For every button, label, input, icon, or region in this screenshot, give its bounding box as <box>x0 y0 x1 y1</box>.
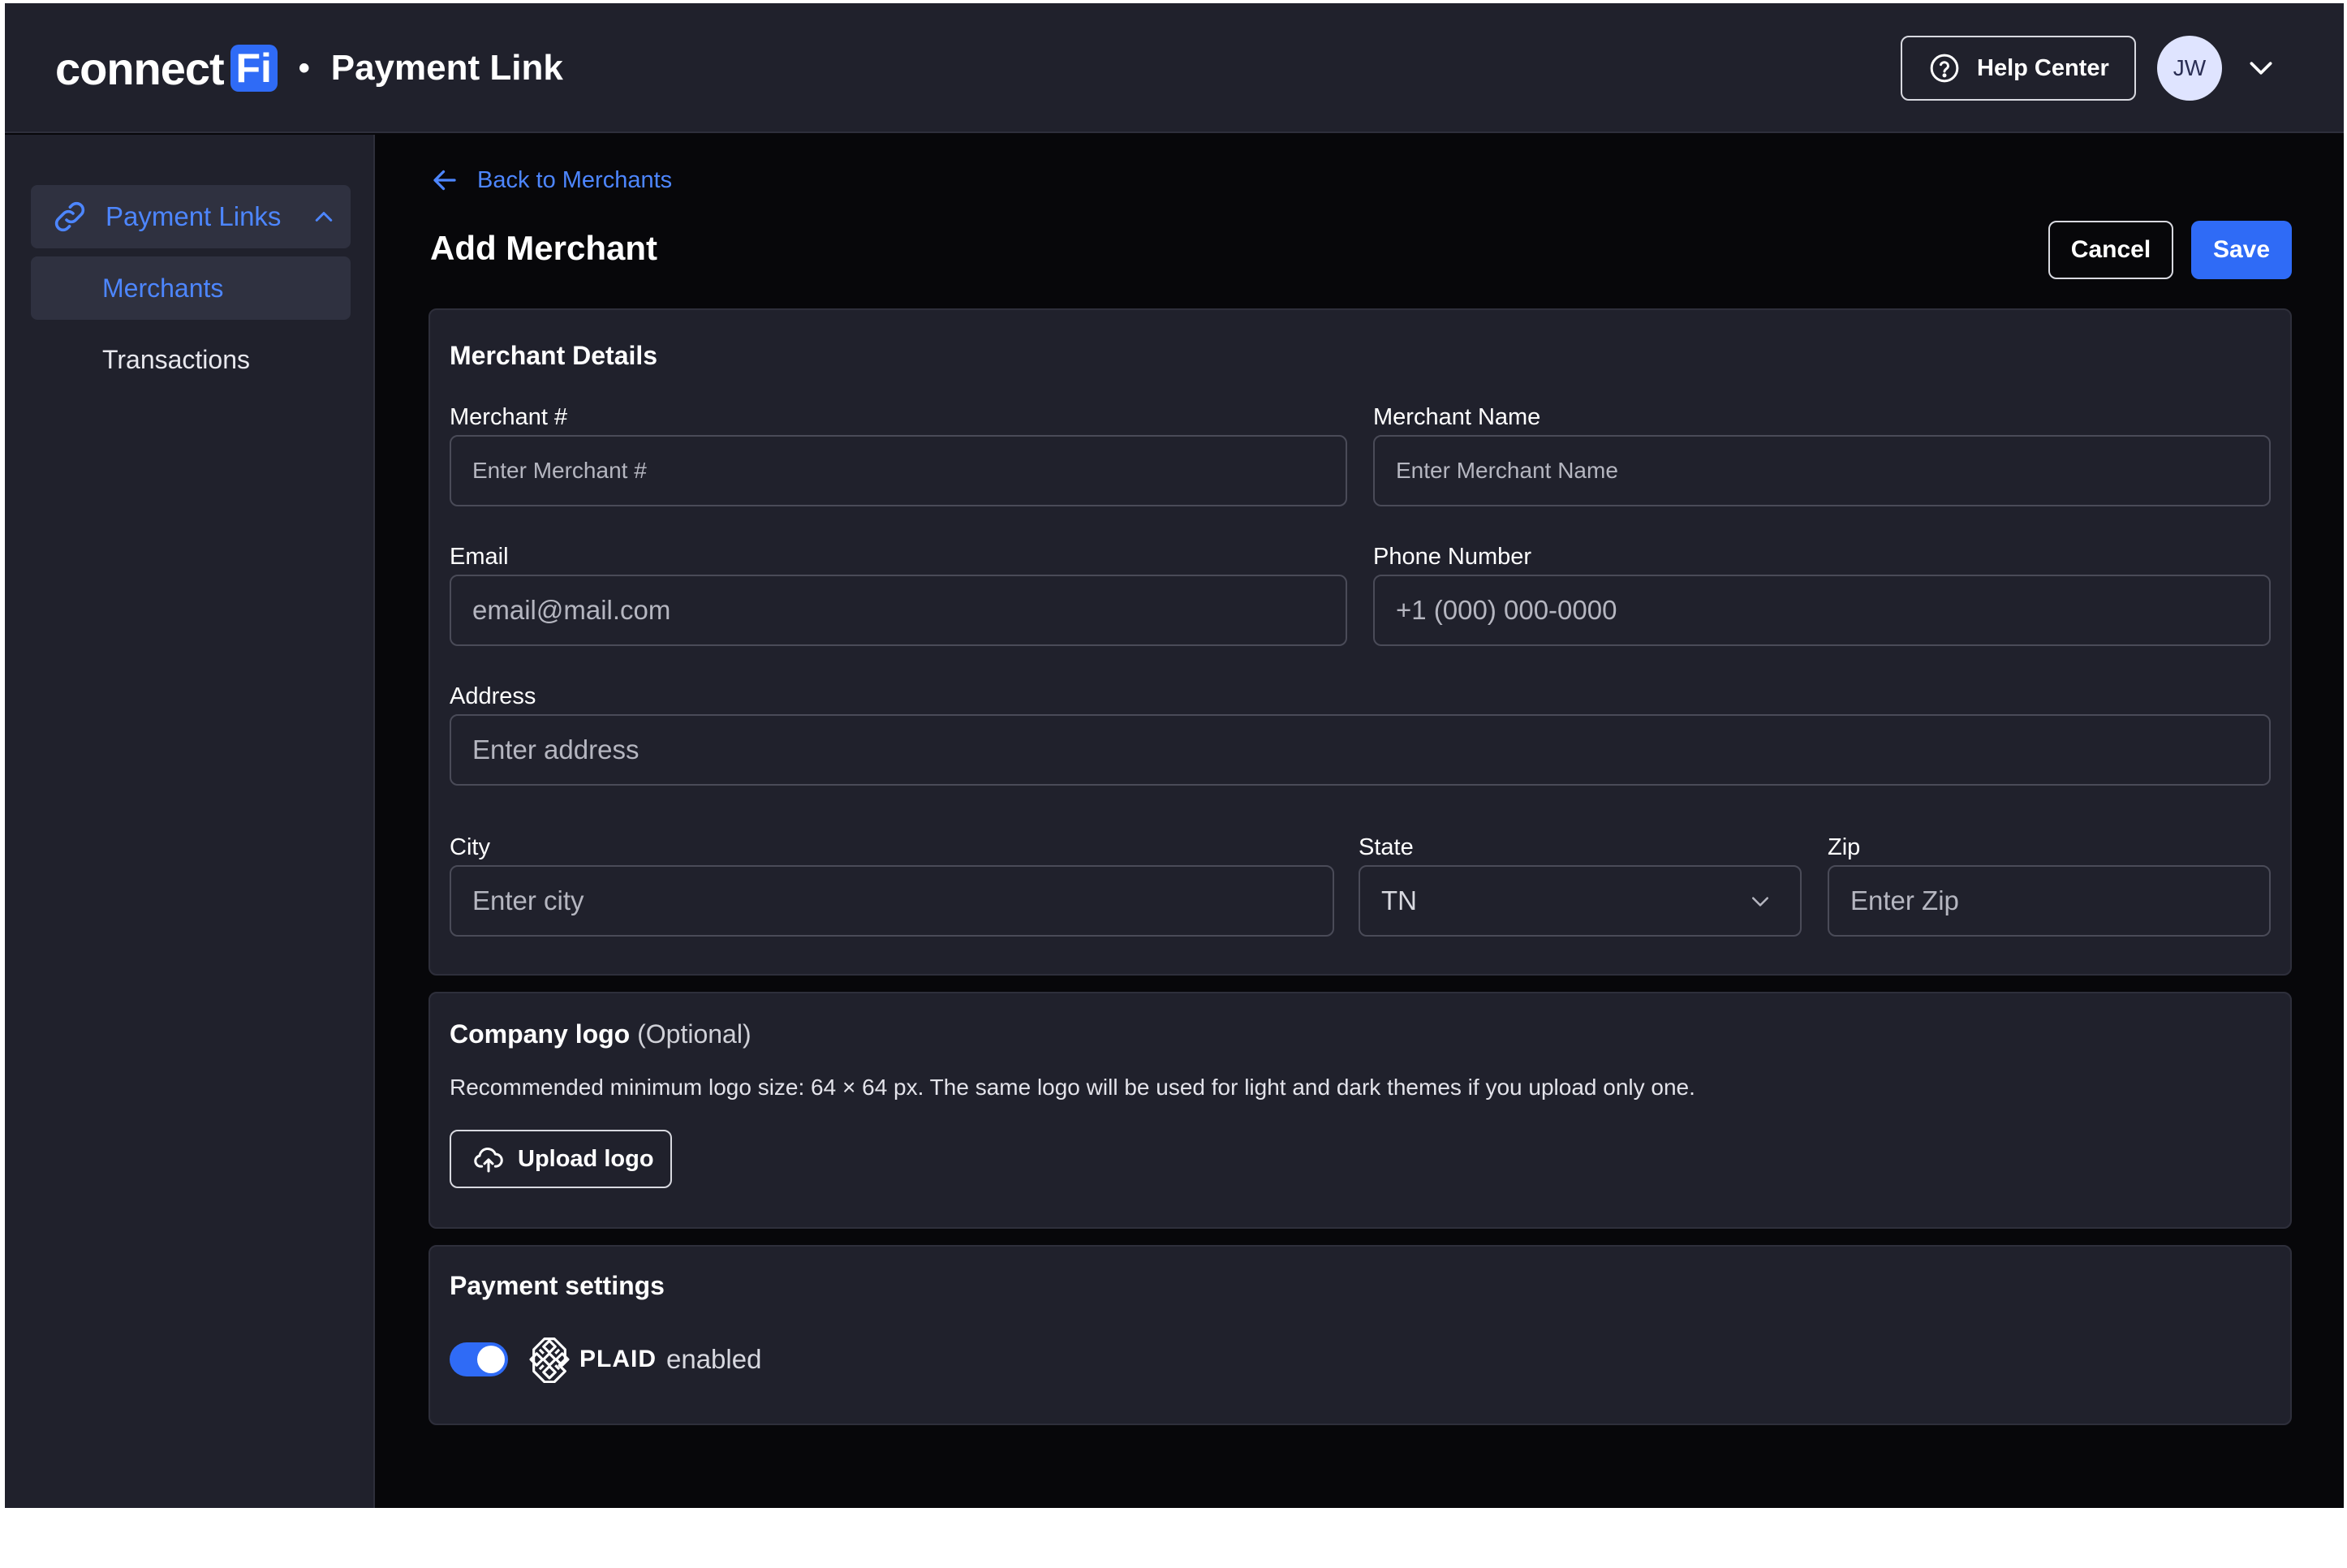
brand: connect Fi • Payment Link <box>55 3 563 133</box>
arrow-left-icon <box>433 170 456 191</box>
plaid-toggle[interactable] <box>450 1342 508 1376</box>
page-title: Add Merchant <box>430 229 658 267</box>
back-link-label: Back to Merchants <box>477 166 673 193</box>
state-select[interactable]: TN <box>1359 865 1802 937</box>
top-bar: connect Fi • Payment Link Help Center JW <box>5 3 2344 133</box>
save-button[interactable]: Save <box>2191 221 2292 279</box>
brand-logo-fi: Fi <box>230 45 278 92</box>
back-to-merchants-link[interactable]: Back to Merchants <box>430 166 672 195</box>
sidebar-item-transactions[interactable]: Transactions <box>31 328 351 391</box>
app-window: connect Fi • Payment Link Help Center JW… <box>5 3 2344 1508</box>
merchant-number-label: Merchant # <box>450 404 568 430</box>
address-label: Address <box>450 683 536 709</box>
zip-field[interactable] <box>1828 865 2271 937</box>
phone-number-label: Phone Number <box>1373 544 1532 570</box>
sidebar-item-merchants[interactable]: Merchants <box>31 256 351 320</box>
cloud-upload-icon <box>474 1147 503 1173</box>
payment-settings-title: Payment settings <box>450 1271 665 1300</box>
toggle-knob <box>477 1346 505 1373</box>
chevron-down-icon <box>1752 897 1768 907</box>
merchant-name-label: Merchant Name <box>1373 404 1541 430</box>
company-logo-card: Company logo (Optional) Recommended mini… <box>428 992 2292 1229</box>
question-circle-icon <box>1930 54 1959 83</box>
plaid-logo-icon <box>529 1338 570 1383</box>
help-center-button[interactable]: Help Center <box>1901 36 2136 101</box>
link-icon <box>54 201 85 232</box>
email-label: Email <box>450 544 509 570</box>
plaid-wordmark: PLAID <box>579 1346 657 1372</box>
plaid-status-text: enabled <box>666 1344 762 1374</box>
zip-label: Zip <box>1828 834 1861 860</box>
avatar[interactable]: JW <box>2157 36 2222 101</box>
chevron-down-icon[interactable] <box>2245 52 2277 84</box>
brand-logo-connect: connect <box>55 42 225 94</box>
chevron-up-icon[interactable] <box>312 205 336 229</box>
merchant-details-card: Merchant Details Merchant # Merchant Nam… <box>428 308 2292 976</box>
sidebar-item-label: Payment Links <box>106 201 282 231</box>
email-field[interactable] <box>450 575 1347 646</box>
merchant-name-input[interactable] <box>1373 435 2271 506</box>
payment-settings-card: Payment settings PLAID enabled <box>428 1245 2292 1425</box>
company-logo-title: Company logo (Optional) <box>450 1019 751 1049</box>
sidebar: Payment Links Merchants Transactions <box>5 135 375 1508</box>
address-field[interactable] <box>450 714 2271 786</box>
upload-logo-label: Upload logo <box>518 1145 654 1172</box>
sidebar-item-payment-links[interactable]: Payment Links <box>31 185 351 248</box>
phone-number-field[interactable] <box>1373 575 2271 646</box>
help-center-label: Help Center <box>1977 54 2109 81</box>
merchant-number-input[interactable] <box>450 435 1347 506</box>
state-label: State <box>1359 834 1414 860</box>
company-logo-title-text: Company logo <box>450 1019 631 1049</box>
optional-label: (Optional) <box>637 1019 751 1049</box>
merchant-details-title: Merchant Details <box>450 341 658 370</box>
city-label: City <box>450 834 490 860</box>
plaid-status-row: PLAID enabled <box>526 1331 761 1388</box>
brand-separator: • <box>298 50 310 86</box>
cancel-button[interactable]: Cancel <box>2048 221 2173 279</box>
city-field[interactable] <box>450 865 1334 937</box>
upload-logo-button[interactable]: Upload logo <box>450 1130 672 1188</box>
state-selected-value: TN <box>1381 885 1417 915</box>
logo-size-note: Recommended minimum logo size: 64 × 64 p… <box>450 1075 1695 1100</box>
product-name: Payment Link <box>330 48 563 88</box>
